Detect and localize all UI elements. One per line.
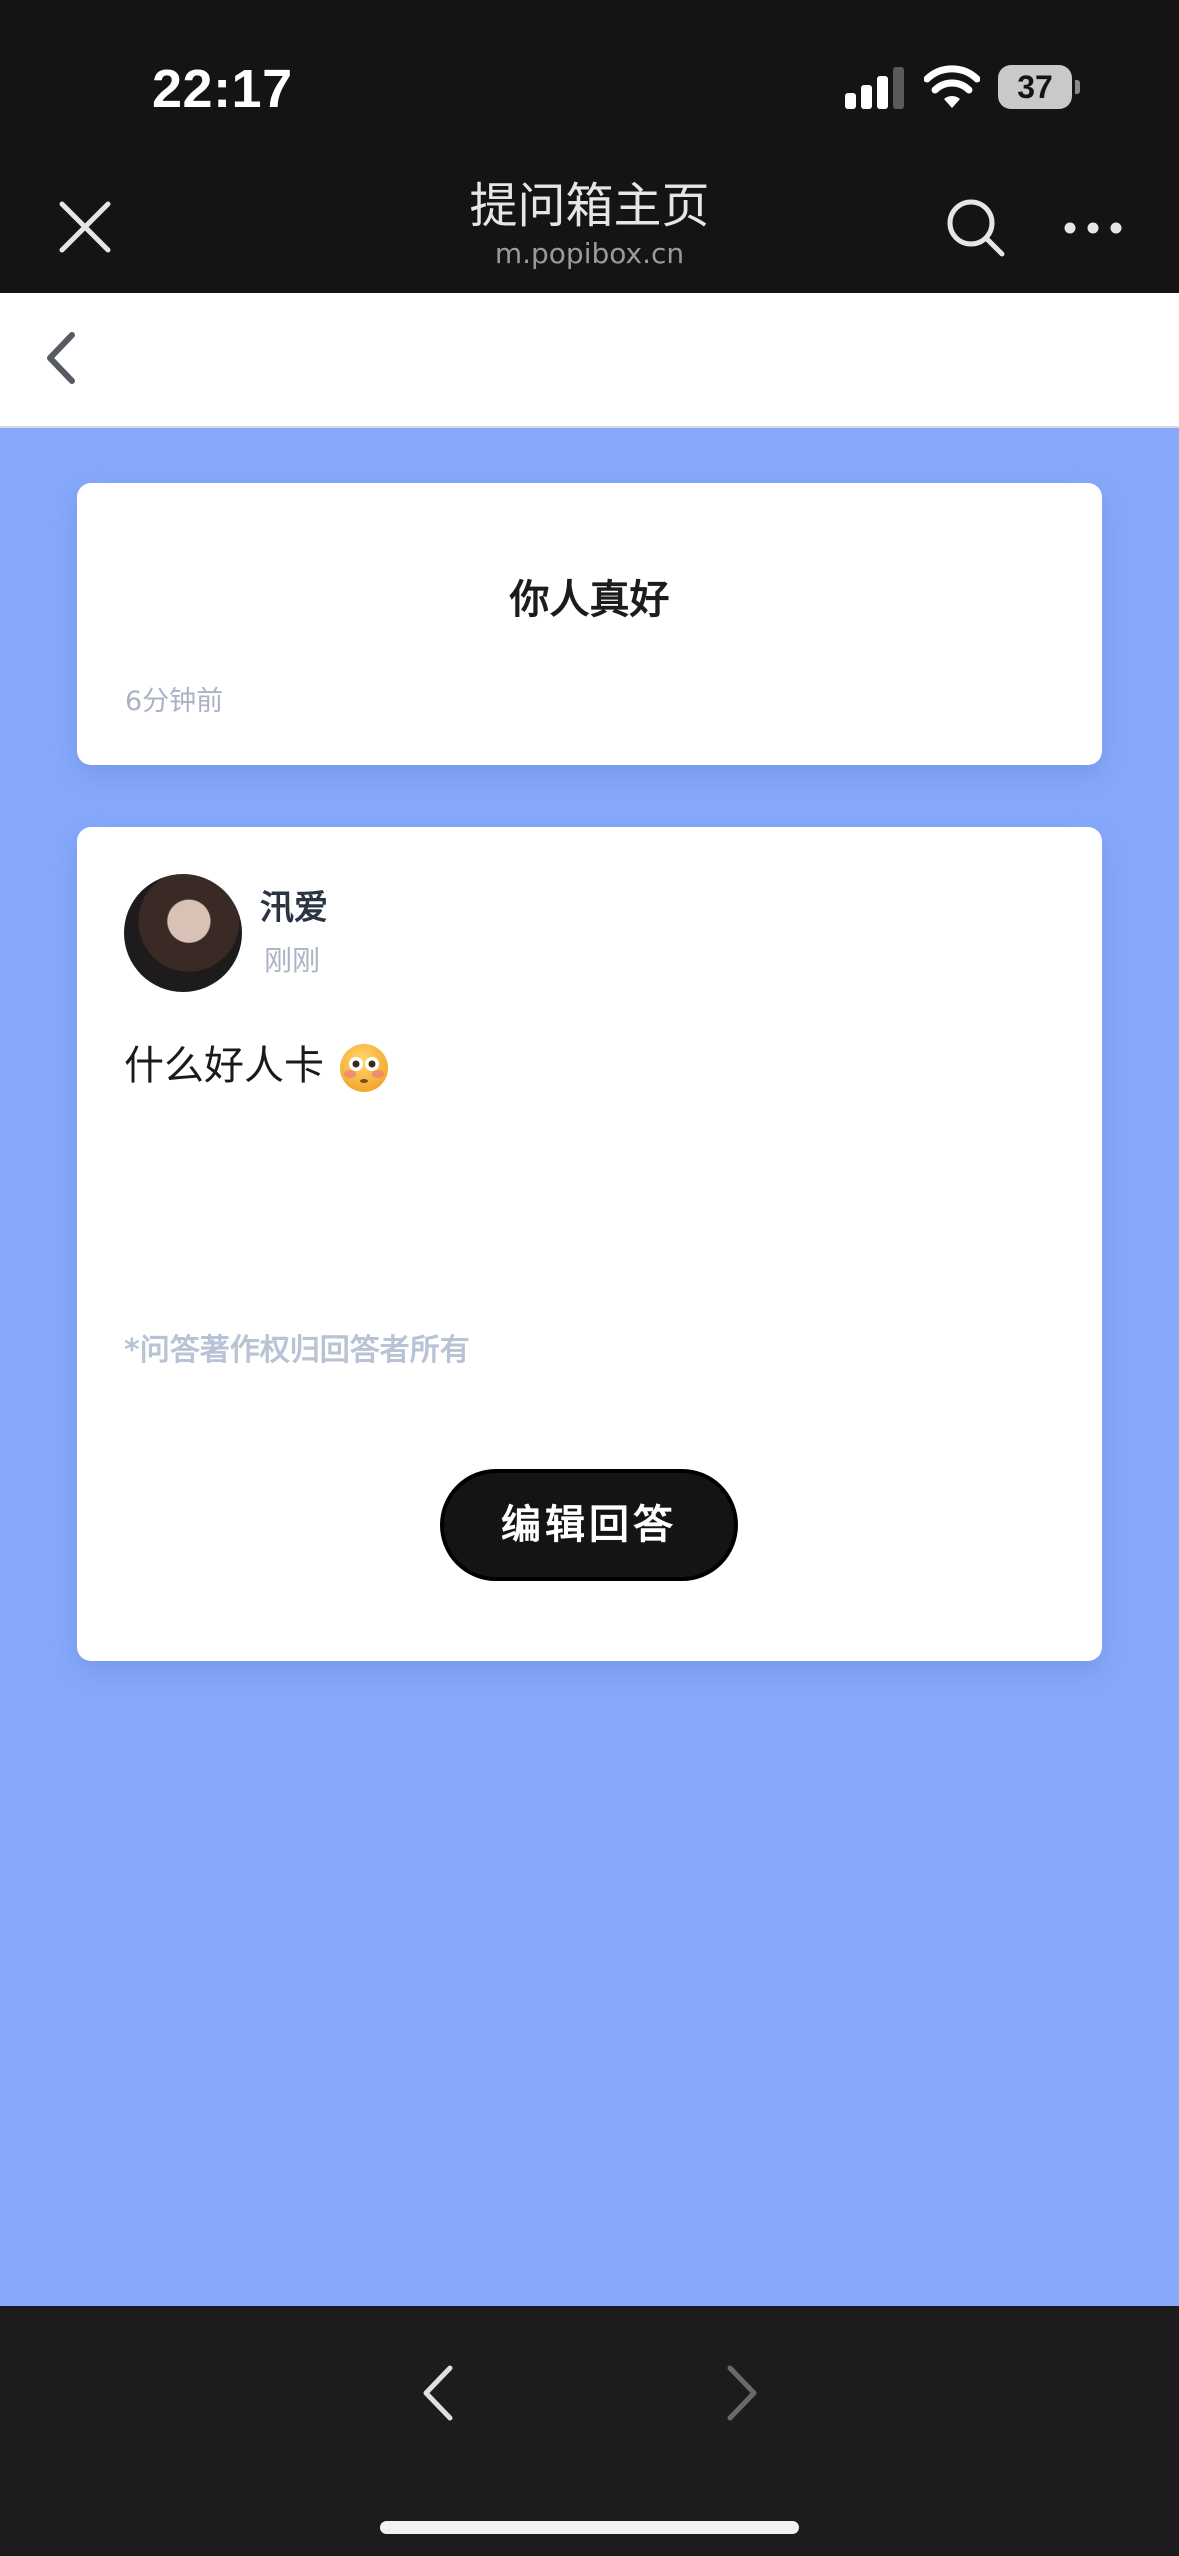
answer-card: 汛爱 刚刚 什么好人卡 *问答著作权归回答者所有 编辑回答 — [77, 827, 1102, 1661]
user-name[interactable]: 汛爱 — [260, 887, 328, 929]
answer-text: 什么好人卡 — [124, 1039, 390, 1094]
flushed-face-emoji-icon — [340, 1044, 388, 1092]
page-nav-bar — [0, 293, 1179, 428]
edit-answer-button[interactable]: 编辑回答 — [440, 1469, 738, 1581]
browser-header: 22:17 37 提问箱主页 m.popibox.cn — [0, 0, 1179, 293]
battery-level: 37 — [998, 65, 1072, 109]
more-icon[interactable] — [1062, 200, 1124, 256]
answer-text-content: 什么好人卡 — [124, 1043, 324, 1089]
avatar[interactable] — [124, 874, 242, 992]
forward-arrow-icon[interactable] — [716, 2358, 766, 2428]
back-arrow-icon[interactable] — [414, 2358, 464, 2428]
search-icon[interactable] — [942, 194, 1008, 260]
signal-icon — [845, 67, 904, 109]
copyright-notice: *问答著作权归回答者所有 — [124, 1333, 470, 1368]
back-chevron-icon[interactable] — [38, 323, 86, 393]
question-card: 你人真好 6分钟前 — [77, 483, 1102, 765]
battery-tip — [1075, 80, 1080, 94]
question-text: 你人真好 — [509, 577, 670, 623]
browser-toolbar — [0, 2306, 1179, 2556]
wifi-icon — [924, 65, 980, 108]
home-indicator[interactable] — [380, 2521, 799, 2534]
answer-time: 刚刚 — [264, 944, 321, 977]
status-time: 22:17 — [152, 59, 293, 119]
battery-icon: 37 — [998, 65, 1080, 109]
question-time: 6分钟前 — [125, 686, 224, 717]
